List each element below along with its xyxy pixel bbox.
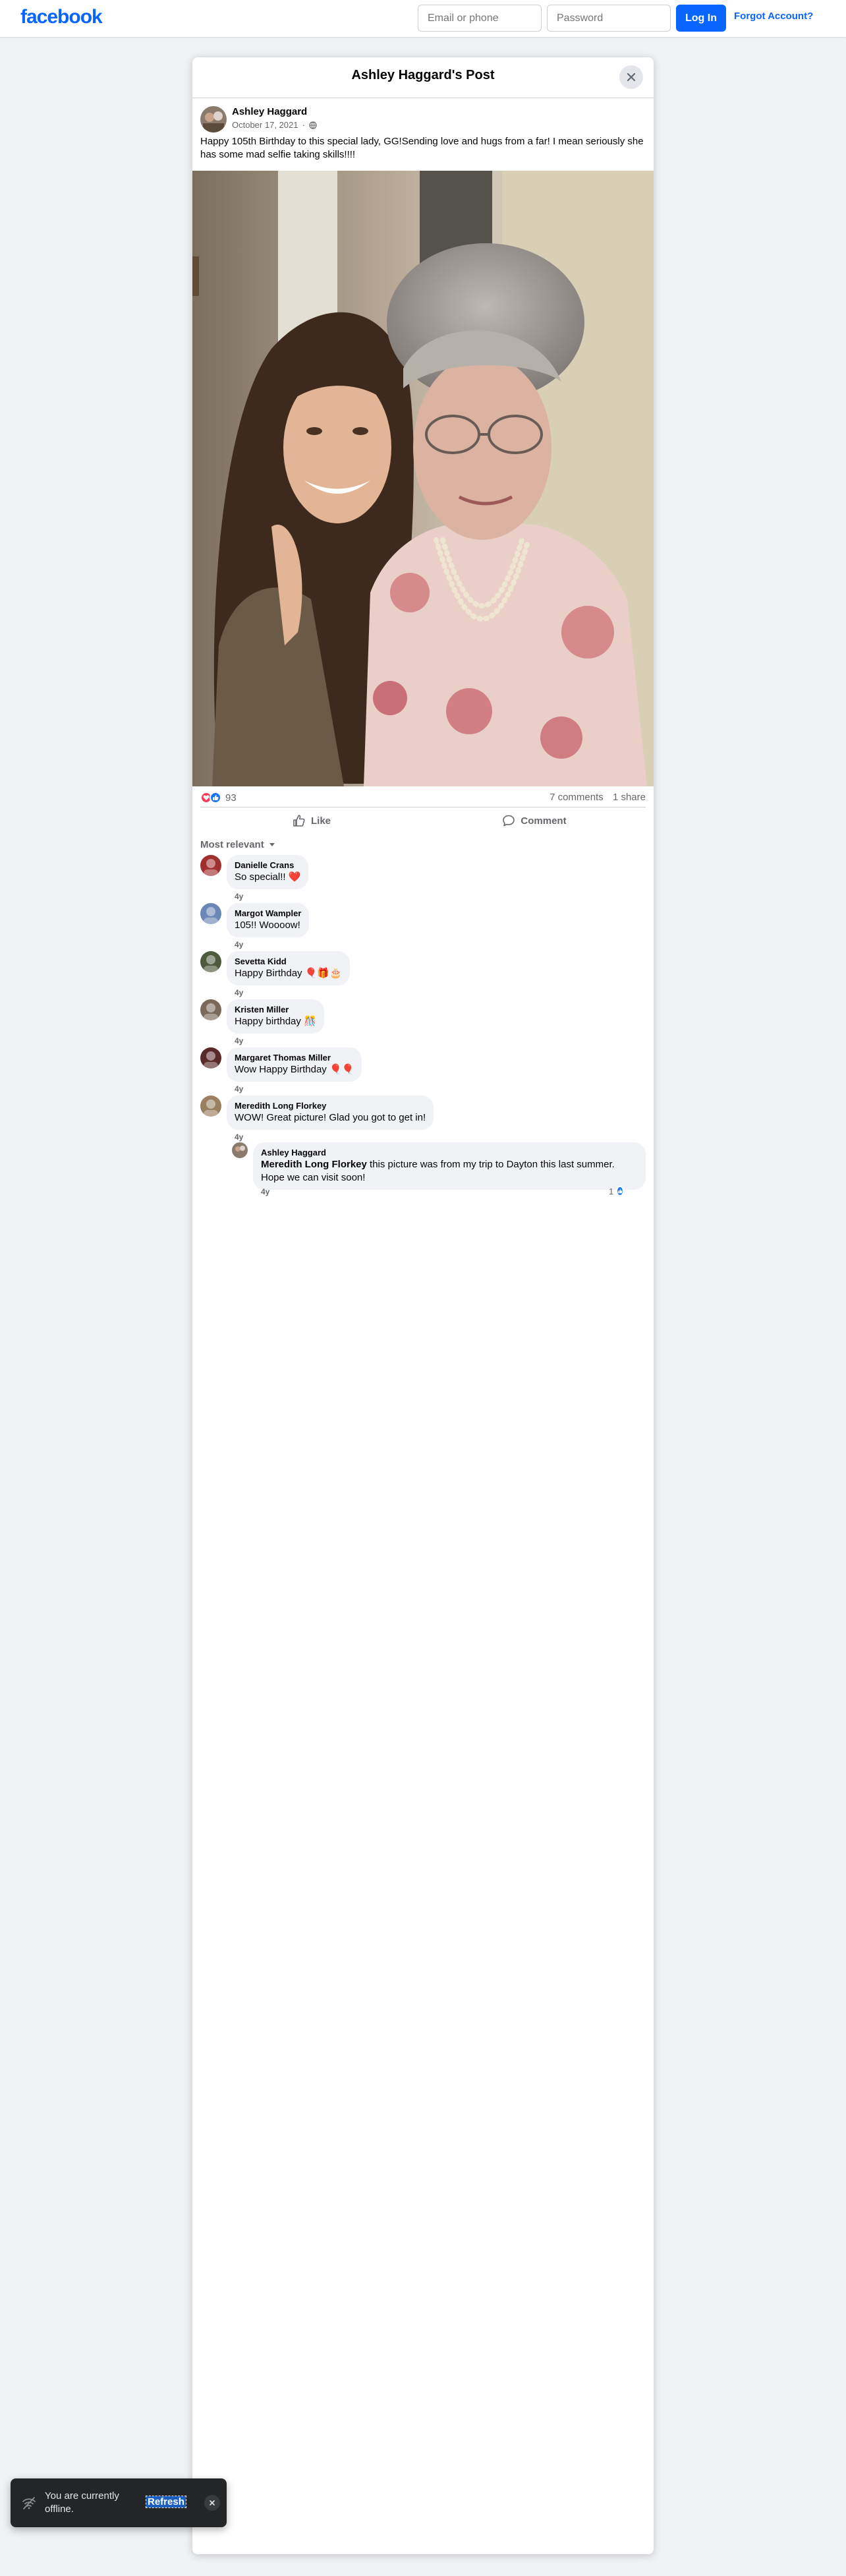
author-name[interactable]: Ashley Haggard [232, 106, 307, 117]
forgot-account-link[interactable]: Forgot Account? [734, 11, 813, 22]
shares-count[interactable]: 1 share [613, 792, 646, 803]
post-date[interactable]: October 17, 2021 [232, 120, 298, 130]
close-icon [627, 73, 636, 82]
comment-avatar[interactable] [200, 903, 221, 924]
comment-text: WOW! Great picture! Glad you got to get … [235, 1112, 426, 1123]
reply-bubble: Ashley Haggard Meredith Long Florkey thi… [253, 1142, 646, 1190]
comment-time[interactable]: 4y [235, 940, 243, 949]
like-reaction-icon [616, 1186, 625, 1196]
like-button[interactable]: Like [200, 807, 423, 834]
comment-text: 105!! Woooow! [235, 920, 300, 931]
comment-text: Wow Happy Birthday 🎈🎈 [235, 1064, 354, 1075]
reply-author[interactable]: Ashley Haggard [261, 1148, 638, 1158]
thumbs-up-icon [293, 815, 305, 827]
post-text: Happy 105th Birthday to this special lad… [200, 136, 644, 160]
refresh-link[interactable]: Refresh [146, 2496, 186, 2508]
top-bar: facebook Log In Forgot Account? [0, 0, 846, 37]
comment-author[interactable]: Meredith Long Florkey [235, 1101, 426, 1111]
comment-icon [503, 815, 515, 827]
comment-avatar[interactable] [200, 951, 221, 972]
offline-message: You are currently offline. [45, 2490, 119, 2515]
post-stats: 93 7 comments 1 share [200, 786, 646, 807]
close-icon [210, 2500, 215, 2505]
login-button[interactable]: Log In [676, 5, 726, 32]
comment-avatar[interactable] [200, 999, 221, 1020]
reply-time[interactable]: 4y [261, 1187, 269, 1196]
reaction-count: 93 [225, 792, 237, 804]
comment-avatar[interactable] [200, 1096, 221, 1117]
close-button[interactable] [619, 65, 643, 89]
comment-avatar[interactable] [200, 855, 221, 876]
modal-header: Ashley Haggard's Post [192, 57, 654, 98]
comment-time[interactable]: 4y [235, 1036, 243, 1045]
comment-bubble: Margot Wampler 105!! Woooow! [227, 903, 310, 937]
offline-toast: You are currently offline. Refresh [11, 2478, 227, 2527]
reply-avatar[interactable] [232, 1142, 248, 1158]
post-meta: October 17, 2021 · [232, 120, 317, 130]
comment-author[interactable]: Margot Wampler [235, 908, 301, 919]
caret-down-icon [269, 843, 275, 846]
password-input[interactable] [547, 5, 671, 32]
sort-label: Most relevant [200, 838, 264, 850]
comment-bubble: Meredith Long Florkey WOW! Great picture!… [227, 1096, 434, 1130]
globe-icon [309, 121, 317, 129]
comment-author[interactable]: Kristen Miller [235, 1005, 316, 1015]
stats-right: 7 comments 1 share [543, 792, 646, 803]
comment-author[interactable]: Margaret Thomas Miller [235, 1053, 354, 1063]
wifi-off-icon [22, 2497, 36, 2509]
comment-button[interactable]: Comment [423, 807, 646, 834]
email-input[interactable] [418, 5, 542, 32]
post-photo[interactable] [192, 171, 654, 786]
post-actions: Like Comment [200, 807, 646, 834]
comment-bubble: Sevetta Kidd Happy Birthday 🎈🎁🎂 [227, 951, 350, 985]
toast-close-button[interactable] [204, 2495, 220, 2511]
comment-time[interactable]: 4y [235, 988, 243, 997]
comment-text: Happy birthday 🎊 [235, 1016, 316, 1027]
reactions-summary[interactable]: 93 [200, 792, 237, 804]
comment-time[interactable]: 4y [235, 1084, 243, 1094]
sort-comments-dropdown[interactable]: Most relevant [192, 834, 654, 855]
comment-avatar[interactable] [200, 1047, 221, 1068]
comment-time[interactable]: 4y [235, 1132, 243, 1142]
comment-text: Happy Birthday 🎈🎁🎂 [235, 968, 342, 979]
comment-bubble: Danielle Crans So special!! ❤️ [227, 855, 309, 889]
like-reaction-icon [210, 792, 221, 804]
comment-author[interactable]: Danielle Crans [235, 860, 300, 871]
author-avatar[interactable] [200, 106, 227, 132]
comment-bubble: Margaret Thomas Miller Wow Happy Birthday… [227, 1047, 362, 1082]
comments-count[interactable]: 7 comments [550, 792, 604, 803]
facebook-logo[interactable]: facebook [20, 6, 103, 28]
comment-bubble: Kristen Miller Happy birthday 🎊 [227, 999, 324, 1034]
post-modal: Ashley Haggard's Post Ashley Haggard Oct… [192, 57, 654, 2554]
post-header: Ashley Haggard October 17, 2021 · [192, 98, 654, 135]
comment-text: So special!! ❤️ [235, 871, 301, 883]
reply-mention[interactable]: Meredith Long Florkey [261, 1159, 367, 1170]
comment-time[interactable]: 4y [235, 892, 243, 901]
modal-title: Ashley Haggard's Post [351, 68, 495, 82]
comment-author[interactable]: Sevetta Kidd [235, 956, 342, 967]
